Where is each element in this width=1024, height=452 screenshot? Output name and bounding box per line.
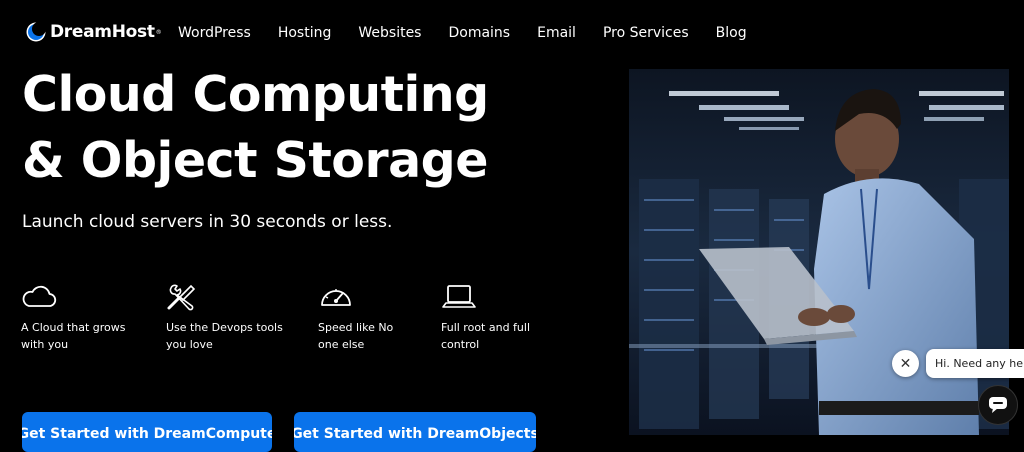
nav-item-blog[interactable]: Blog (716, 25, 747, 41)
get-started-dreamcompute-button[interactable]: Get Started with DreamCompute (22, 412, 272, 452)
get-started-dreamobjects-button[interactable]: Get Started with DreamObjects (294, 412, 536, 452)
feature-speed: Speed like No one else (318, 283, 448, 353)
nav-item-pro-services[interactable]: Pro Services (603, 25, 689, 41)
moon-logo-icon (26, 22, 46, 42)
title-line-1: Cloud Computing (22, 66, 489, 123)
chat-bubble[interactable]: Hi. Need any help? (926, 349, 1024, 378)
nav-item-hosting[interactable]: Hosting (278, 25, 332, 41)
laptop-icon (442, 285, 476, 308)
hero-image-datacenter (629, 69, 1009, 435)
hero-subtitle: Launch cloud servers in 30 seconds or le… (22, 212, 393, 232)
feature-cloud-text: A Cloud that grows with you (21, 321, 126, 351)
dreamobjects-button-label: Get Started with DreamObjects (294, 426, 536, 442)
logo-trademark: ® (155, 28, 162, 36)
close-icon: ✕ (899, 355, 912, 372)
feature-root-control: Full root and full control (441, 283, 571, 353)
datacenter-photo (629, 69, 1009, 435)
page-title: Cloud Computing & Object Storage (22, 62, 489, 194)
title-line-2: & Object Storage (22, 132, 489, 189)
nav-item-email[interactable]: Email (537, 25, 576, 41)
chat-close-button[interactable]: ✕ (892, 350, 919, 377)
feature-devops-text: Use the Devops tools you love (166, 321, 283, 351)
speedometer-icon (321, 289, 351, 306)
feature-cloud: A Cloud that grows with you (21, 283, 151, 353)
nav-item-domains[interactable]: Domains (448, 25, 510, 41)
feature-devops: Use the Devops tools you love (166, 283, 296, 353)
cloud-icon (22, 285, 57, 307)
nav-item-websites[interactable]: Websites (358, 25, 421, 41)
logo-wordmark: DreamHost (50, 22, 155, 42)
wrench-screwdriver-icon (167, 284, 196, 311)
chat-launcher-button[interactable] (978, 385, 1018, 425)
top-navigation: DreamHost ® WordPress Hosting Websites D… (0, 0, 1024, 68)
nav-item-wordpress[interactable]: WordPress (178, 25, 251, 41)
feature-root-control-text: Full root and full control (441, 321, 531, 351)
dreamcompute-button-label: Get Started with DreamCompute (22, 426, 272, 442)
feature-speed-text: Speed like No one else (318, 321, 394, 351)
dreamhost-logo[interactable]: DreamHost ® (26, 22, 162, 42)
chat-bubble-text: Hi. Need any help? (935, 357, 1024, 370)
nav-menu: WordPress Hosting Websites Domains Email… (178, 25, 774, 41)
chat-icon (989, 397, 1007, 413)
